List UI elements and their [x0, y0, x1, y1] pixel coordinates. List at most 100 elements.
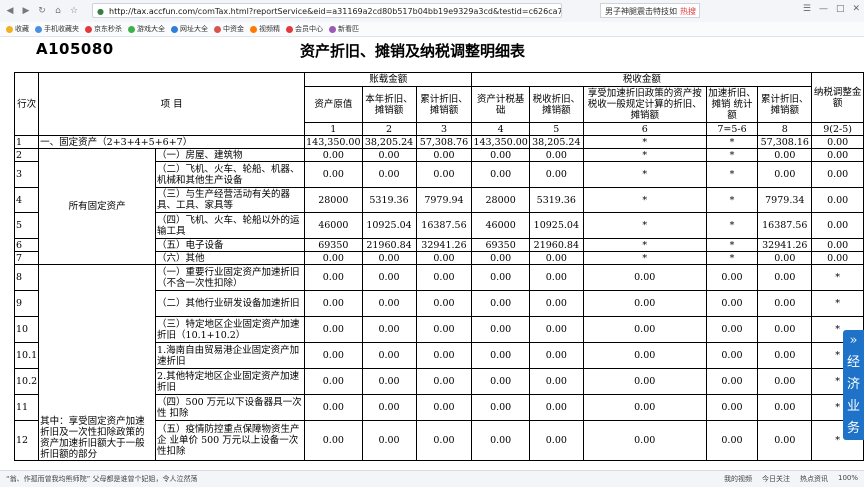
- value-cell[interactable]: 0.00: [705, 394, 759, 421]
- value-cell[interactable]: 0.00: [471, 161, 530, 188]
- status-item[interactable]: 100%: [838, 474, 858, 484]
- value-cell[interactable]: 0.00: [304, 161, 363, 188]
- value-cell[interactable]: 143,350.00: [471, 135, 530, 149]
- value-cell[interactable]: 0.00: [811, 161, 864, 188]
- status-item[interactable]: 热点资讯: [800, 474, 828, 484]
- value-cell[interactable]: 0.00: [757, 290, 813, 317]
- value-cell[interactable]: 5319.36: [528, 187, 584, 213]
- value-cell[interactable]: 7979.94: [415, 187, 473, 213]
- value-cell[interactable]: 0.00: [304, 420, 363, 461]
- value-cell[interactable]: 0.00: [415, 251, 473, 265]
- value-cell[interactable]: 0.00: [811, 212, 864, 239]
- value-cell[interactable]: 0.00: [304, 394, 363, 421]
- bookmark-item[interactable]: 新看匹: [329, 24, 359, 34]
- value-cell[interactable]: 0.00: [811, 148, 864, 162]
- value-cell[interactable]: 0.00: [528, 342, 584, 369]
- value-cell[interactable]: 21960.84: [361, 238, 417, 252]
- value-cell[interactable]: 0.00: [582, 394, 707, 421]
- value-cell[interactable]: 57,308.16: [757, 135, 813, 149]
- value-cell[interactable]: 0.00: [361, 251, 417, 265]
- value-cell[interactable]: 0.00: [471, 316, 530, 343]
- news-ticker[interactable]: “翁、作孤而曾我均熊师院” 父母都是谁曾个妃姐，令人泣然荡: [6, 474, 197, 484]
- value-cell[interactable]: 46000: [304, 212, 363, 239]
- value-cell[interactable]: 0.00: [415, 394, 473, 421]
- star-icon[interactable]: ☆: [68, 5, 80, 17]
- value-cell[interactable]: 0.00: [757, 368, 813, 395]
- value-cell[interactable]: 0.00: [811, 187, 864, 213]
- minimize-icon[interactable]: —: [819, 4, 828, 14]
- value-cell[interactable]: 0.00: [415, 342, 473, 369]
- value-cell[interactable]: 0.00: [471, 394, 530, 421]
- value-cell[interactable]: 0.00: [528, 251, 584, 265]
- value-cell[interactable]: 0.00: [415, 290, 473, 317]
- value-cell[interactable]: 0.00: [528, 420, 584, 461]
- value-cell[interactable]: 69350: [304, 238, 363, 252]
- maximize-icon[interactable]: □: [836, 4, 845, 14]
- value-cell[interactable]: 0.00: [415, 148, 473, 162]
- value-cell[interactable]: 69350: [471, 238, 530, 252]
- value-cell[interactable]: 0.00: [471, 264, 530, 291]
- bookmark-item[interactable]: 收藏: [6, 24, 29, 34]
- value-cell[interactable]: 0.00: [757, 316, 813, 343]
- value-cell[interactable]: 0.00: [361, 316, 417, 343]
- bookmark-item[interactable]: 中资金: [214, 24, 244, 34]
- value-cell[interactable]: 0.00: [304, 290, 363, 317]
- value-cell[interactable]: 0.00: [471, 342, 530, 369]
- value-cell[interactable]: 0.00: [528, 368, 584, 395]
- value-cell[interactable]: 0.00: [811, 135, 864, 149]
- home-icon[interactable]: ⌂: [52, 5, 64, 17]
- value-cell[interactable]: 0.00: [361, 394, 417, 421]
- search-input[interactable]: 男子神腿震击特技如 热搜: [600, 3, 700, 18]
- value-cell[interactable]: 0.00: [415, 420, 473, 461]
- bookmark-item[interactable]: 京东秒杀: [85, 24, 122, 34]
- value-cell[interactable]: 0.00: [361, 290, 417, 317]
- value-cell[interactable]: 0.00: [415, 316, 473, 343]
- back-icon[interactable]: ◀: [4, 5, 16, 17]
- value-cell[interactable]: 0.00: [415, 368, 473, 395]
- value-cell[interactable]: 0.00: [811, 251, 864, 265]
- value-cell[interactable]: 0.00: [757, 342, 813, 369]
- value-cell[interactable]: 0.00: [757, 148, 813, 162]
- side-tab-economic-business[interactable]: » 经济业务: [843, 330, 864, 440]
- value-cell[interactable]: 32941.26: [415, 238, 473, 252]
- value-cell[interactable]: 0.00: [361, 342, 417, 369]
- bookmark-item[interactable]: 游戏大全: [128, 24, 165, 34]
- value-cell[interactable]: 0.00: [528, 148, 584, 162]
- menu-icon[interactable]: ☰: [803, 4, 811, 14]
- bookmark-item[interactable]: 视频精: [250, 24, 280, 34]
- value-cell[interactable]: 0.00: [757, 264, 813, 291]
- status-item[interactable]: 今日关注: [762, 474, 790, 484]
- value-cell[interactable]: 10925.04: [361, 212, 417, 239]
- value-cell[interactable]: 0.00: [705, 342, 759, 369]
- value-cell[interactable]: 0.00: [361, 420, 417, 461]
- value-cell[interactable]: 0.00: [528, 161, 584, 188]
- value-cell[interactable]: 57,308.76: [415, 135, 473, 149]
- value-cell[interactable]: 0.00: [471, 148, 530, 162]
- value-cell[interactable]: 0.00: [582, 290, 707, 317]
- value-cell[interactable]: 46000: [471, 212, 530, 239]
- value-cell[interactable]: 0.00: [811, 238, 864, 252]
- value-cell[interactable]: 0.00: [304, 342, 363, 369]
- value-cell[interactable]: 0.00: [528, 264, 584, 291]
- value-cell[interactable]: 0.00: [757, 161, 813, 188]
- value-cell[interactable]: 0.00: [705, 316, 759, 343]
- bookmark-item[interactable]: 网址大全: [171, 24, 208, 34]
- value-cell[interactable]: 0.00: [304, 368, 363, 395]
- value-cell[interactable]: 0.00: [361, 368, 417, 395]
- value-cell[interactable]: 0.00: [415, 161, 473, 188]
- value-cell[interactable]: 0.00: [471, 251, 530, 265]
- value-cell[interactable]: 0.00: [582, 420, 707, 461]
- value-cell[interactable]: 32941.26: [757, 238, 813, 252]
- value-cell[interactable]: 0.00: [705, 368, 759, 395]
- value-cell[interactable]: 0.00: [361, 264, 417, 291]
- status-item[interactable]: 我的视频: [724, 474, 752, 484]
- value-cell[interactable]: 28000: [304, 187, 363, 213]
- value-cell[interactable]: 0.00: [304, 264, 363, 291]
- value-cell[interactable]: 0.00: [471, 290, 530, 317]
- value-cell[interactable]: 0.00: [304, 316, 363, 343]
- value-cell[interactable]: 0.00: [705, 290, 759, 317]
- value-cell[interactable]: 0.00: [361, 161, 417, 188]
- address-bar[interactable]: ● http://tax.accfun.com/comTax.html?repo…: [92, 3, 562, 18]
- value-cell[interactable]: 0.00: [415, 264, 473, 291]
- value-cell[interactable]: 0.00: [528, 394, 584, 421]
